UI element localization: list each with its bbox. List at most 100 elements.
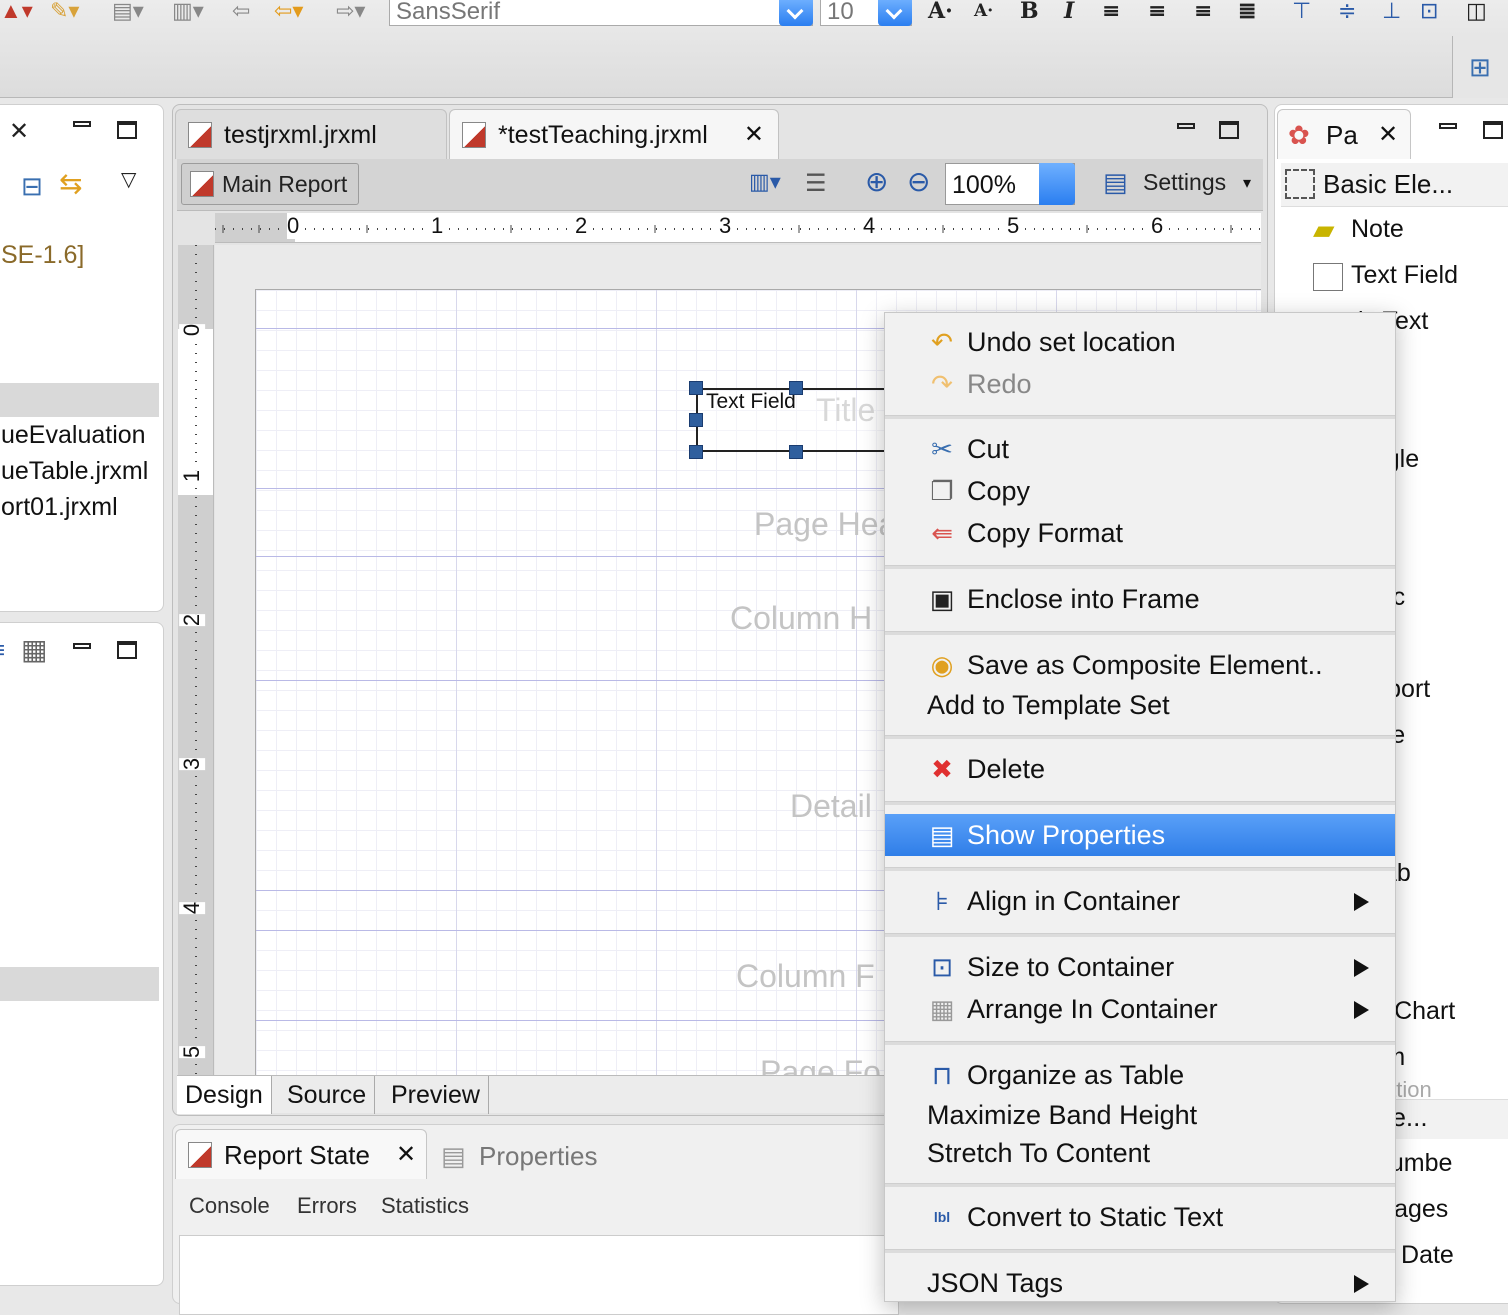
menu-item-size-container[interactable]: ⊡ Size to Container [885, 946, 1395, 988]
wizard-icon[interactable]: ✎▾ [50, 0, 79, 24]
align-left-icon[interactable]: ≡ [1102, 0, 1120, 24]
settings-button[interactable]: Settings [1143, 169, 1226, 196]
tab-preview[interactable]: Preview [383, 1076, 489, 1114]
close-icon[interactable]: ✕ [396, 1140, 416, 1169]
tree-icon[interactable]: ≡ [0, 637, 5, 665]
menu-item-json-tags[interactable]: JSON Tags [885, 1262, 1395, 1304]
maximize-icon[interactable] [1219, 121, 1239, 139]
menu-item-cut[interactable]: ✂ Cut [885, 428, 1395, 470]
font-shrink-icon[interactable]: A· [974, 0, 993, 24]
tab-report-state[interactable]: Report State ✕ [175, 1129, 427, 1179]
tab-properties[interactable]: Properties [479, 1141, 598, 1172]
maximize-icon[interactable] [117, 121, 137, 139]
tab-source[interactable]: Source [279, 1076, 376, 1114]
perspective-icon: ⊞ [1469, 52, 1491, 82]
tab-palette[interactable]: ✿ Pa ✕ [1277, 109, 1411, 159]
close-icon[interactable]: ✕ [9, 117, 29, 146]
maximize-icon[interactable] [117, 641, 137, 659]
zoom-combo[interactable]: 100% [945, 163, 1075, 205]
collapse-all-icon[interactable]: ⊟ [21, 171, 43, 202]
undo-toolbar-icon[interactable]: ⇦▾ [274, 0, 303, 24]
menu-item-organize-table[interactable]: ⊓ Organize as Table [885, 1054, 1395, 1096]
menu-separator [885, 1249, 1395, 1253]
subtab-errors[interactable]: Errors [297, 1193, 357, 1219]
tab-testjrxml[interactable]: testjrxml.jrxml [175, 109, 447, 159]
close-icon[interactable]: ✕ [1378, 120, 1398, 149]
tree-row-selected[interactable] [0, 383, 159, 417]
maximize-icon[interactable] [1483, 121, 1503, 139]
file-item[interactable]: ueEvaluation [1, 421, 146, 450]
back-icon[interactable]: ⇦ [232, 0, 250, 24]
outline-icon[interactable]: ▦ [21, 633, 47, 666]
dataset-icon[interactable]: ▥▾ [749, 169, 781, 195]
menu-item-enclose-frame[interactable]: ▣ Enclose into Frame [885, 578, 1395, 620]
italic-icon[interactable]: I [1064, 0, 1074, 24]
align-bottom-icon[interactable]: ⊥ [1382, 0, 1401, 24]
perspective-button[interactable]: ⊞ [1452, 36, 1508, 98]
selection-handle[interactable] [789, 381, 803, 395]
delete-icon: ✖ [931, 754, 953, 784]
menu-item-delete[interactable]: ✖ Delete [885, 748, 1395, 790]
chevron-down-icon[interactable] [1039, 163, 1075, 205]
redo-icon: ↷ [931, 369, 953, 399]
tab-design[interactable]: Design [177, 1076, 272, 1114]
selection-handle[interactable] [789, 445, 803, 459]
size-icon[interactable]: ⊡ [1420, 0, 1438, 24]
minimize-icon[interactable] [73, 643, 91, 649]
menu-item-stretch-content[interactable]: Stretch To Content [885, 1132, 1395, 1174]
align-center-icon[interactable]: ≡ [1148, 0, 1166, 24]
palette-item[interactable]: Text Field [1351, 261, 1458, 290]
menu-item-arrange-container[interactable]: ▦ Arrange In Container [885, 988, 1395, 1030]
minimize-icon[interactable] [1177, 123, 1195, 129]
align-middle-icon[interactable]: ≑ [1338, 0, 1356, 24]
subtab-console[interactable]: Console [189, 1193, 270, 1219]
subtab-statistics[interactable]: Statistics [381, 1193, 469, 1219]
menu-item-copy-format[interactable]: ⇚ Copy Format [885, 512, 1395, 554]
size-height-icon[interactable]: ◫ [1466, 0, 1487, 24]
palette-item[interactable]: Note [1351, 215, 1404, 244]
align-right-icon[interactable]: ≡ [1194, 0, 1212, 24]
zoom-out-icon[interactable]: ⊖ [907, 165, 930, 198]
run-icon[interactable]: ▲▾ [0, 0, 33, 24]
forward-icon[interactable]: ⇨▾ [336, 0, 365, 24]
font-size-combo[interactable]: 10 [820, 0, 912, 26]
minimize-icon[interactable] [73, 121, 91, 127]
chevron-down-icon[interactable] [878, 0, 912, 26]
menu-item-show-properties[interactable]: ▤ Show Properties [885, 814, 1395, 856]
menu-item-add-template[interactable]: Add to Template Set [885, 684, 1395, 726]
view-menu-icon[interactable]: ▽ [121, 167, 136, 192]
chevron-down-icon[interactable] [779, 0, 813, 26]
menu-item-undo[interactable]: ↶ Undo set location [885, 321, 1395, 363]
close-icon[interactable]: ✕ [744, 110, 764, 160]
font-grow-icon[interactable]: A· [928, 0, 953, 24]
file-item[interactable]: ort01.jrxml [1, 493, 118, 522]
zoom-in-icon[interactable]: ⊕ [865, 165, 888, 198]
palette-group-basic[interactable]: Basic Ele... [1281, 163, 1508, 207]
minimize-icon[interactable] [1439, 123, 1457, 129]
vertical-ruler: 0 1 2 3 4 5 [178, 245, 214, 1075]
menu-item-align-container[interactable]: ⊧ Align in Container [885, 880, 1395, 922]
menu-separator [885, 415, 1395, 419]
font-name-combo[interactable]: SansSerif [389, 0, 813, 26]
bold-icon[interactable]: B [1020, 0, 1039, 24]
undo-icon: ↶ [931, 327, 953, 357]
align-top-icon[interactable]: ⊤ [1292, 0, 1311, 24]
justify-icon[interactable]: ≣ [1238, 0, 1256, 24]
menu-item-save-composite[interactable]: ◉ Save as Composite Element.. [885, 644, 1395, 686]
selection-handle[interactable] [689, 413, 703, 427]
open-icon[interactable]: ▥▾ [172, 0, 204, 24]
menu-item-maximize-band[interactable]: Maximize Band Height [885, 1094, 1395, 1136]
selection-handle[interactable] [689, 445, 703, 459]
selection-handle[interactable] [689, 381, 703, 395]
tab-testteaching[interactable]: *testTeaching.jrxml ✕ [449, 109, 779, 159]
menu-item-redo[interactable]: ↷ Redo [885, 363, 1395, 405]
bands-icon[interactable]: ☰ [805, 169, 827, 198]
outline-row[interactable] [0, 967, 159, 1001]
new-icon[interactable]: ▤▾ [112, 0, 144, 24]
file-item[interactable]: ueTable.jrxml [1, 457, 148, 486]
menu-item-copy[interactable]: ❐ Copy [885, 470, 1395, 512]
main-report-button[interactable]: Main Report [181, 163, 359, 205]
chevron-down-icon[interactable]: ▾ [1243, 173, 1251, 193]
menu-item-convert-static[interactable]: lbl Convert to Static Text [885, 1196, 1395, 1238]
link-editor-icon[interactable]: ⇆ [59, 167, 82, 200]
